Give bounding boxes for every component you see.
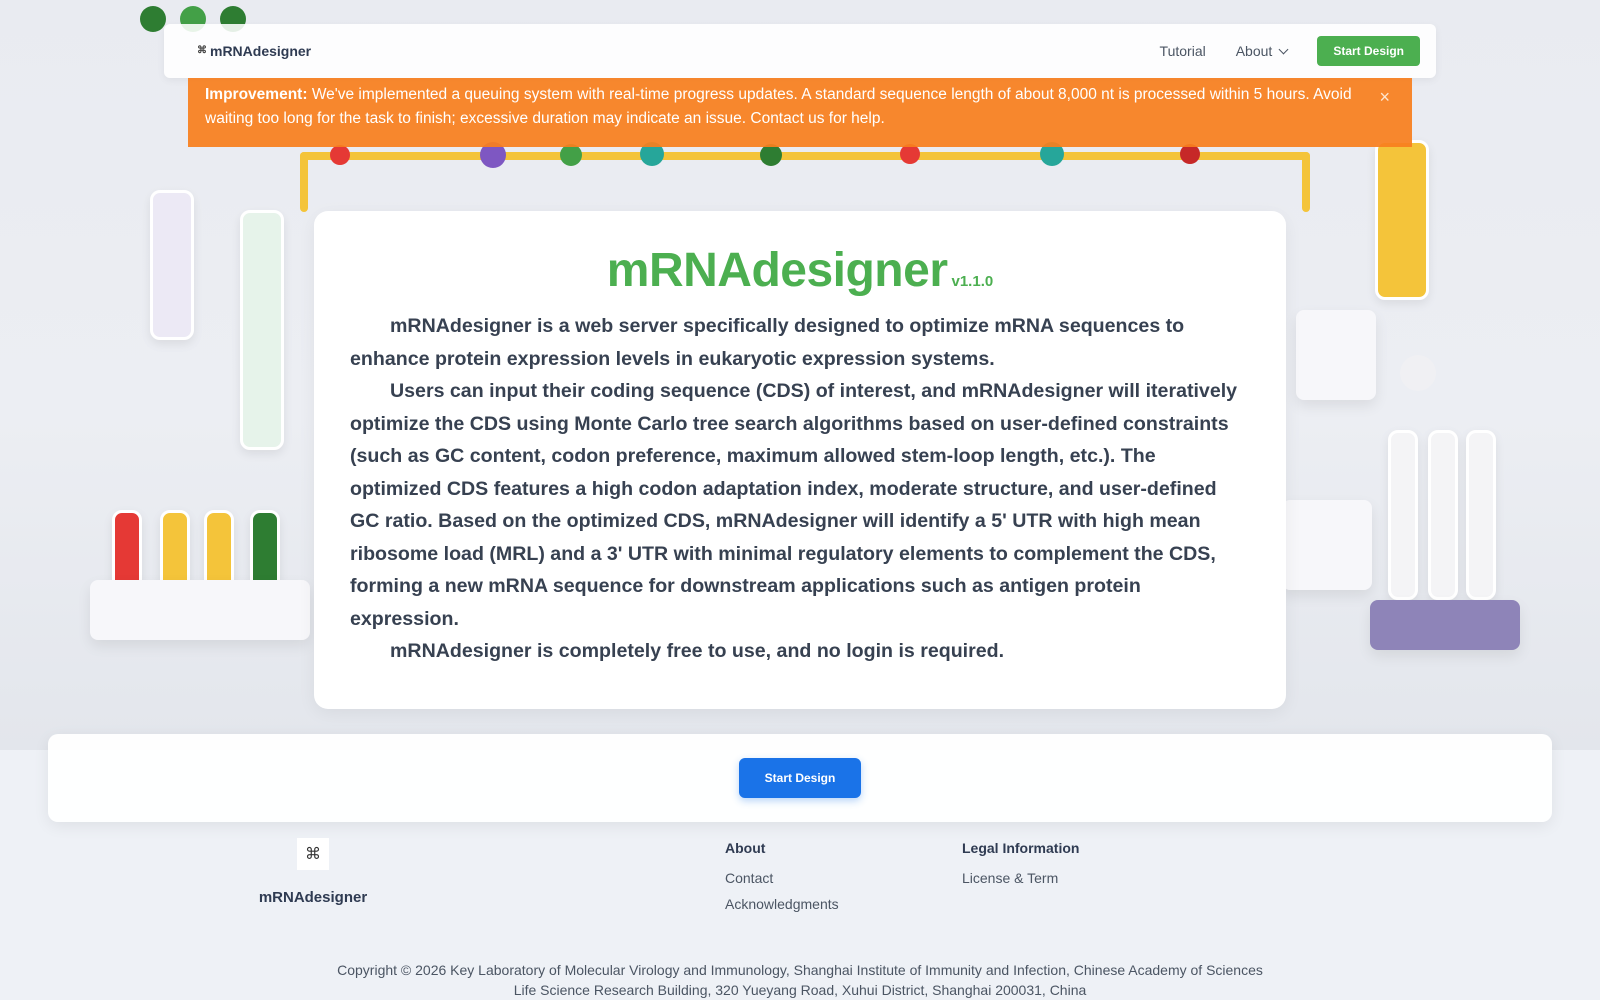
footer-about-heading: About (725, 840, 766, 856)
improvement-alert: Improvement: We've implemented a queuing… (188, 78, 1412, 147)
nav-start-design-button[interactable]: Start Design (1317, 36, 1420, 66)
footer-acknowledgments-link[interactable]: Acknowledgments (725, 896, 839, 912)
footer-brand: ⌘ mRNAdesigner (255, 838, 371, 906)
title-row: mRNAdesigner v1.1.0 (350, 243, 1250, 298)
description-paragraph: mRNAdesigner is a web server specificall… (350, 315, 1185, 370)
page-title: mRNAdesigner (606, 244, 948, 297)
start-design-bar: Start Design (48, 734, 1552, 822)
close-icon[interactable]: × (1379, 85, 1390, 109)
nav-links: Tutorial About Start Design (1160, 36, 1420, 66)
copyright-text: Copyright © 2026 Key Laboratory of Molec… (337, 962, 1263, 978)
brand[interactable]: ⌘ mRNAdesigner (196, 43, 311, 59)
nav-about-label: About (1235, 43, 1273, 59)
description-paragraph: mRNAdesigner is completely free to use, … (390, 640, 1005, 662)
footer-license-link[interactable]: License & Term (962, 870, 1079, 886)
chevron-down-icon (1278, 44, 1289, 54)
version-badge: v1.1.0 (951, 273, 994, 290)
footer-contact-link[interactable]: Contact (725, 870, 839, 886)
intro-card: mRNAdesigner v1.1.0 mRNAdesigner is a we… (314, 211, 1286, 709)
brand-name: mRNAdesigner (210, 43, 312, 59)
footer-about-column: About Contact Acknowledgments (725, 840, 839, 922)
footer-legal-heading: Legal Information (962, 840, 1080, 856)
alert-message: We've implemented a queuing system with … (205, 86, 1352, 127)
description-paragraph: Users can input their coding sequence (C… (350, 380, 1238, 630)
nav-about-dropdown[interactable]: About (1235, 43, 1289, 59)
footer-brand-name: mRNAdesigner (258, 889, 368, 906)
footer-legal-column: Legal Information License & Term (962, 840, 1079, 896)
description: mRNAdesigner is a web server specificall… (350, 310, 1250, 668)
dna-icon: ⌘ (196, 45, 208, 57)
dna-icon: ⌘ (297, 838, 329, 870)
top-navbar: ⌘ mRNAdesigner Tutorial About Start Desi… (164, 24, 1436, 78)
copyright: Copyright © 2026 Key Laboratory of Molec… (0, 960, 1600, 1000)
start-design-button[interactable]: Start Design (739, 758, 861, 798)
address-text: Life Science Research Building, 320 Yuey… (513, 982, 1087, 998)
alert-label: Improvement: (205, 86, 308, 103)
nav-tutorial-link[interactable]: Tutorial (1160, 43, 1206, 59)
